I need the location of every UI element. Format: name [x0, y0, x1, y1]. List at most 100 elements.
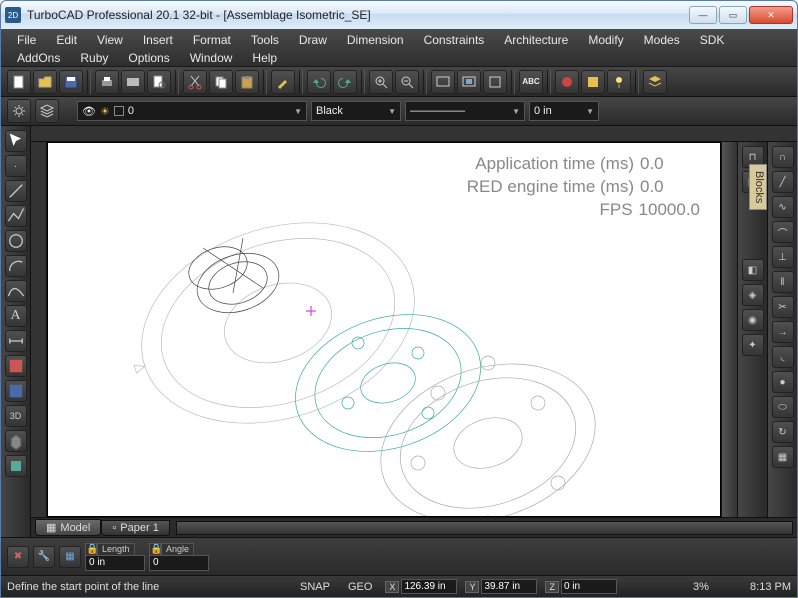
menu-file[interactable]: File — [7, 31, 46, 49]
arc-icon[interactable] — [5, 255, 27, 277]
zoom-extents-icon[interactable] — [457, 70, 481, 94]
redo-icon[interactable] — [333, 70, 357, 94]
line-icon[interactable] — [5, 180, 27, 202]
named-views-icon[interactable] — [483, 70, 507, 94]
maximize-button[interactable]: ▭ — [719, 6, 747, 24]
extend-icon[interactable]: → — [772, 321, 794, 343]
plot-icon[interactable] — [121, 70, 145, 94]
y-input[interactable] — [481, 579, 537, 594]
trim-icon[interactable]: ✂ — [772, 296, 794, 318]
layer-combo[interactable]: 👁 ☀ 0 ▼ — [77, 101, 307, 121]
snap-spline-icon[interactable]: ∿ — [772, 196, 794, 218]
drawing-canvas[interactable]: Application time (ms)0.0 RED engine time… — [47, 142, 721, 517]
lock-icon[interactable]: 🔒 — [149, 543, 161, 555]
cylinder-icon[interactable]: ⬭ — [772, 396, 794, 418]
close-button[interactable]: ✕ — [749, 6, 793, 24]
new-icon[interactable] — [7, 70, 31, 94]
block-icon[interactable] — [5, 380, 27, 402]
angle-input[interactable] — [149, 555, 209, 571]
lights-icon[interactable] — [607, 70, 631, 94]
snap-tangent-icon[interactable]: ⌒ — [772, 221, 794, 243]
lineweight-combo[interactable]: 0 in ▼ — [529, 101, 599, 121]
3d-icon[interactable]: 3D — [5, 405, 27, 427]
brush-icon[interactable] — [271, 70, 295, 94]
snap-line-icon[interactable]: ╱ — [772, 171, 794, 193]
point-icon[interactable]: · — [5, 155, 27, 177]
select-icon[interactable] — [5, 130, 27, 152]
tab-paper-1[interactable]: ▫Paper 1 — [101, 520, 169, 536]
x-input[interactable] — [401, 579, 457, 594]
zoom-window-icon[interactable] — [431, 70, 455, 94]
fillet-icon[interactable]: ◟ — [772, 346, 794, 368]
gear-icon[interactable] — [7, 99, 31, 123]
menu-modes[interactable]: Modes — [634, 31, 690, 49]
menu-sdk[interactable]: SDK — [690, 31, 735, 49]
cut-icon[interactable] — [183, 70, 207, 94]
menu-view[interactable]: View — [87, 31, 133, 49]
scrollbar-horizontal[interactable] — [176, 521, 793, 535]
dimension-icon[interactable] — [5, 330, 27, 352]
palette-render-icon[interactable]: ✦ — [742, 334, 764, 356]
tab-model[interactable]: ▦Model — [35, 519, 101, 536]
linetype-combo[interactable]: ————— ▼ — [405, 101, 525, 121]
print-icon[interactable] — [95, 70, 119, 94]
menu-window[interactable]: Window — [180, 49, 243, 67]
revolve-icon[interactable]: ↻ — [772, 421, 794, 443]
minimize-button[interactable]: — — [689, 6, 717, 24]
menu-tools[interactable]: Tools — [241, 31, 289, 49]
menu-architecture[interactable]: Architecture — [494, 31, 578, 49]
menu-ruby[interactable]: Ruby — [70, 49, 118, 67]
palette-camera-icon[interactable]: ◉ — [742, 309, 764, 331]
geo-toggle[interactable]: GEO — [343, 579, 377, 595]
blocks-tab[interactable]: Blocks — [749, 164, 767, 210]
inspector-cancel-icon[interactable]: ✖ — [7, 546, 29, 568]
layer-stack-icon[interactable] — [35, 99, 59, 123]
snap-perp-icon[interactable]: ⊥ — [772, 246, 794, 268]
circle-icon[interactable] — [5, 230, 27, 252]
sphere-icon[interactable]: ● — [772, 371, 794, 393]
offset-icon[interactable]: ‖ — [772, 271, 794, 293]
copy-icon[interactable] — [209, 70, 233, 94]
inspector-bar: ✖ 🔧 ▦ 🔒Length 🔒Angle — [1, 537, 797, 575]
snap-toggle[interactable]: SNAP — [295, 579, 335, 595]
palette-style-icon[interactable]: ◈ — [742, 284, 764, 306]
length-input[interactable] — [85, 555, 145, 571]
inspector-grid-icon[interactable]: ▦ — [59, 546, 81, 568]
horseshoe-icon[interactable]: ∩ — [772, 146, 794, 168]
materials-icon[interactable] — [581, 70, 605, 94]
polyline-icon[interactable] — [5, 205, 27, 227]
paste-icon[interactable] — [235, 70, 259, 94]
save-icon[interactable] — [59, 70, 83, 94]
zoom-out-icon[interactable] — [395, 70, 419, 94]
menu-constraints[interactable]: Constraints — [414, 31, 495, 49]
menu-help[interactable]: Help — [242, 49, 287, 67]
render-icon[interactable] — [555, 70, 579, 94]
menu-edit[interactable]: Edit — [46, 31, 87, 49]
curve-icon[interactable] — [5, 280, 27, 302]
spell-icon[interactable]: ABC — [519, 70, 543, 94]
inspector-wrench-icon[interactable]: 🔧 — [33, 546, 55, 568]
palette-props-icon[interactable]: ◧ — [742, 259, 764, 281]
open-icon[interactable] — [33, 70, 57, 94]
part-icon[interactable] — [5, 455, 27, 477]
menu-addons[interactable]: AddOns — [7, 49, 70, 67]
menu-draw[interactable]: Draw — [289, 31, 337, 49]
mesh-icon[interactable]: ▦ — [772, 446, 794, 468]
undo-icon[interactable] — [307, 70, 331, 94]
hatch-icon[interactable] — [5, 355, 27, 377]
menu-dimension[interactable]: Dimension — [337, 31, 414, 49]
menu-format[interactable]: Format — [183, 31, 241, 49]
layer-manager-icon[interactable] — [643, 70, 667, 94]
zoom-percent[interactable]: 3% — [693, 581, 733, 593]
zoom-in-icon[interactable] — [369, 70, 393, 94]
scrollbar-vertical[interactable] — [721, 142, 737, 517]
z-input[interactable] — [561, 579, 617, 594]
color-combo[interactable]: Black ▼ — [311, 101, 401, 121]
menu-insert[interactable]: Insert — [133, 31, 183, 49]
lock-icon[interactable]: 🔒 — [85, 543, 97, 555]
print-preview-icon[interactable] — [147, 70, 171, 94]
menu-modify[interactable]: Modify — [578, 31, 633, 49]
solid-icon[interactable] — [5, 430, 27, 452]
menu-options[interactable]: Options — [118, 49, 179, 67]
text-icon[interactable]: A — [5, 305, 27, 327]
